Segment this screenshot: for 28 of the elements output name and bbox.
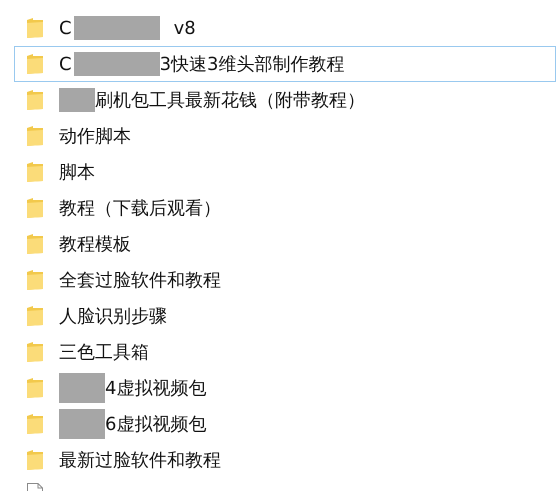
folder-row[interactable]: 教程（下载后观看） (14, 190, 556, 226)
folder-name: v8 (174, 16, 196, 40)
folder-row[interactable]: 三色工具箱 (14, 334, 556, 370)
folder-row[interactable]: 最新过脸软件和教程 (14, 442, 556, 478)
folder-row[interactable]: 教程模板 (14, 226, 556, 262)
folder-name: 三色工具箱 (59, 340, 149, 364)
folder-row[interactable]: 6虚拟视频包 (14, 406, 556, 442)
folder-name: 人脸识别步骤 (59, 304, 167, 328)
folder-name: 最新过脸软件和教程 (59, 448, 221, 472)
folder-name: 脚本 (59, 160, 95, 184)
folder-row[interactable]: 人脸识别步骤 (14, 298, 556, 334)
folder-name: 刷机包工具最新花钱（附带教程） (95, 88, 365, 112)
folder-name: 教程（下载后观看） (59, 196, 221, 220)
folder-row[interactable]: 动作脚本 (14, 118, 556, 154)
folder-name: 3快速3维头部制作教程 (160, 52, 344, 76)
folder-name: C (59, 16, 72, 40)
folder-name: 4虚拟视频包 (105, 376, 206, 400)
folder-name: 全套过脸软件和教程 (59, 268, 221, 292)
folder-row[interactable]: 脚本 (14, 154, 556, 190)
folder-row[interactable]: 全套过脸软件和教程 (14, 262, 556, 298)
folder-row[interactable]: C 3快速3维头部制作教程 (14, 46, 556, 82)
folder-row[interactable]: C v8 (14, 10, 556, 46)
folder-name: 6虚拟视频包 (105, 412, 206, 436)
folder-name: C (59, 52, 72, 76)
folder-row[interactable]: 4虚拟视频包 (14, 370, 556, 406)
folder-name: 动作脚本 (59, 124, 131, 148)
folder-name: 教程模板 (59, 232, 131, 256)
folder-row[interactable]: 刷机包工具最新花钱（附带教程） (14, 82, 556, 118)
